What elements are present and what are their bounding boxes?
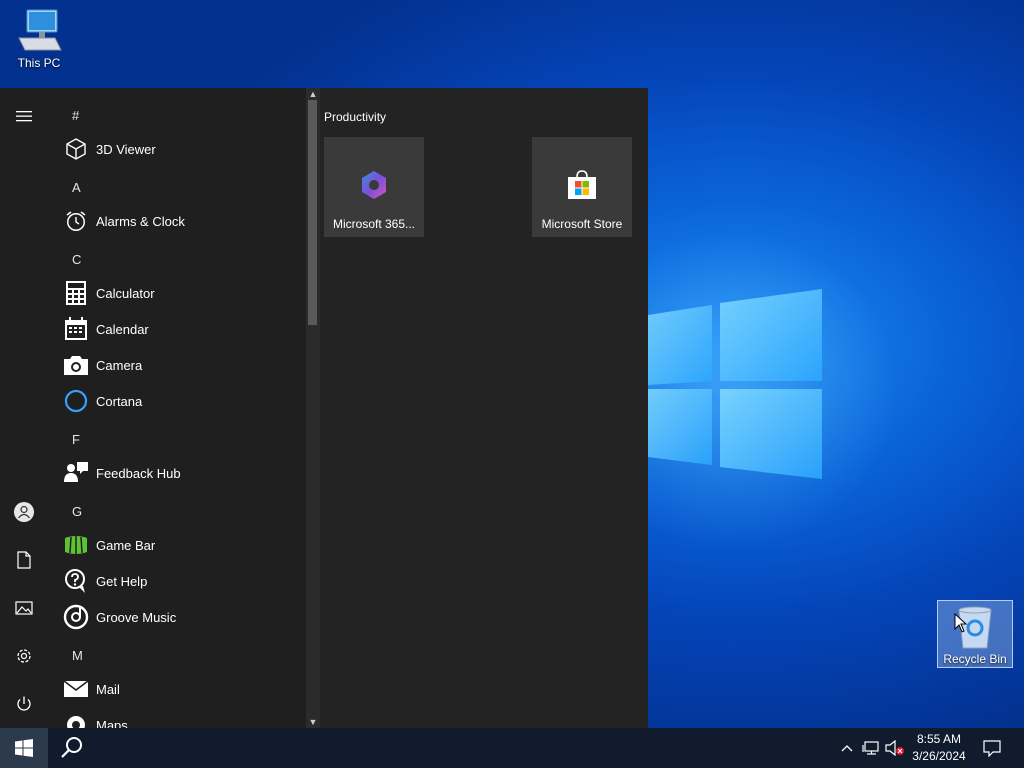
letter-header[interactable]: C — [72, 252, 81, 267]
letter-header[interactable]: # — [72, 108, 79, 123]
pictures-button[interactable] — [0, 584, 48, 632]
desktop-icon-this-pc[interactable]: This PC — [1, 8, 77, 70]
app-label: Cortana — [96, 393, 143, 409]
help-icon — [62, 567, 90, 595]
tile-microsoft-store[interactable]: Microsoft Store — [532, 137, 632, 237]
letter-header[interactable]: G — [72, 504, 82, 519]
documents-button[interactable] — [0, 536, 48, 584]
mail-icon — [62, 675, 90, 703]
notification-icon — [983, 740, 1001, 757]
clock-time: 8:55 AM — [916, 732, 962, 746]
store-icon — [568, 170, 596, 199]
app-item-groove-music[interactable]: Groove Music — [62, 600, 302, 634]
camera-icon — [62, 351, 90, 379]
tiles-panel: Productivity Microsoft 365... Microsoft … — [320, 88, 648, 728]
app-label: Groove Music — [96, 609, 177, 625]
taskbar: 8:55 AM 3/26/2024 — [0, 728, 1024, 768]
app-list: # 3D Viewer A Alarms & Clock C Calculato… — [48, 88, 306, 728]
tile-label: Microsoft Store — [541, 217, 623, 231]
clock[interactable]: 8:55 AM 3/26/2024 — [906, 731, 972, 765]
groove-music-icon — [62, 603, 90, 631]
app-item-feedback-hub[interactable]: Feedback Hub — [62, 456, 302, 490]
app-list-scrollbar[interactable]: ▲ ▼ — [306, 88, 320, 728]
volume-muted-icon — [885, 740, 904, 756]
settings-icon — [17, 649, 31, 663]
expand-menu-button[interactable] — [0, 92, 48, 140]
app-item-camera[interactable]: Camera — [62, 348, 302, 382]
cube-icon — [62, 135, 90, 163]
app-label: Maps — [96, 717, 128, 729]
scroll-down-icon[interactable]: ▼ — [306, 716, 320, 728]
feedback-icon — [62, 459, 90, 487]
settings-button[interactable] — [0, 632, 48, 680]
desktop-icon-label: Recycle Bin — [943, 652, 1007, 666]
start-menu: # 3D Viewer A Alarms & Clock C Calculato… — [0, 88, 648, 728]
hamburger-icon — [16, 111, 32, 122]
computer-icon — [15, 8, 63, 54]
network-icon — [862, 741, 879, 755]
app-item-calendar[interactable]: Calendar — [62, 312, 302, 346]
scroll-up-icon[interactable]: ▲ — [306, 88, 320, 100]
cortana-icon — [62, 387, 90, 415]
app-item-cortana[interactable]: Cortana — [62, 384, 302, 418]
power-icon — [17, 696, 31, 711]
letter-header[interactable]: F — [72, 432, 80, 447]
app-item-game-bar[interactable]: Game Bar — [62, 528, 302, 562]
app-label: Mail — [96, 681, 120, 697]
tile-group-title[interactable]: Productivity — [324, 110, 386, 124]
start-rail — [0, 88, 48, 728]
app-label: Game Bar — [96, 537, 156, 553]
app-item-3d-viewer[interactable]: 3D Viewer — [62, 132, 302, 166]
windows-wallpaper-logo — [648, 289, 822, 479]
app-item-calculator[interactable]: Calculator — [62, 276, 302, 310]
network-button[interactable] — [860, 728, 882, 768]
desktop-icon-label: This PC — [17, 56, 61, 70]
microsoft-365-icon — [362, 171, 386, 199]
pictures-icon — [15, 601, 33, 615]
calendar-icon — [62, 315, 90, 343]
volume-button[interactable] — [884, 728, 906, 768]
chevron-up-icon — [841, 745, 853, 752]
calculator-icon — [62, 279, 90, 307]
app-label: Alarms & Clock — [96, 213, 185, 229]
show-hidden-icons-button[interactable] — [836, 728, 858, 768]
app-label: Get Help — [96, 573, 148, 589]
desktop-icon-recycle-bin[interactable]: Recycle Bin — [937, 600, 1013, 668]
app-item-mail[interactable]: Mail — [62, 672, 302, 706]
app-item-get-help[interactable]: Get Help — [62, 564, 302, 598]
app-item-maps[interactable]: Maps — [62, 708, 302, 728]
search-icon — [61, 737, 82, 758]
user-icon — [14, 502, 34, 522]
windows-logo-icon — [15, 739, 33, 757]
letter-header[interactable]: M — [72, 648, 83, 663]
clock-date: 3/26/2024 — [912, 749, 966, 763]
start-button[interactable] — [0, 728, 48, 768]
app-item-alarms-clock[interactable]: Alarms & Clock — [62, 204, 302, 238]
maps-icon — [62, 711, 90, 728]
app-label: Feedback Hub — [96, 465, 181, 481]
documents-icon — [17, 551, 31, 569]
account-button[interactable] — [0, 488, 48, 536]
app-label: Camera — [96, 357, 143, 373]
power-button[interactable] — [0, 680, 48, 728]
game-bar-icon — [62, 531, 90, 559]
letter-header[interactable]: A — [72, 180, 81, 195]
tile-label: Microsoft 365... — [332, 217, 416, 231]
app-label: Calculator — [96, 285, 155, 301]
search-button[interactable] — [48, 728, 96, 768]
alarm-clock-icon — [62, 207, 90, 235]
action-center-button[interactable] — [978, 728, 1006, 768]
tile-microsoft-365[interactable]: Microsoft 365... — [324, 137, 424, 237]
scrollbar-thumb[interactable] — [308, 100, 317, 325]
mouse-cursor-icon — [954, 613, 968, 633]
app-label: Calendar — [96, 321, 149, 337]
app-label: 3D Viewer — [96, 141, 156, 157]
